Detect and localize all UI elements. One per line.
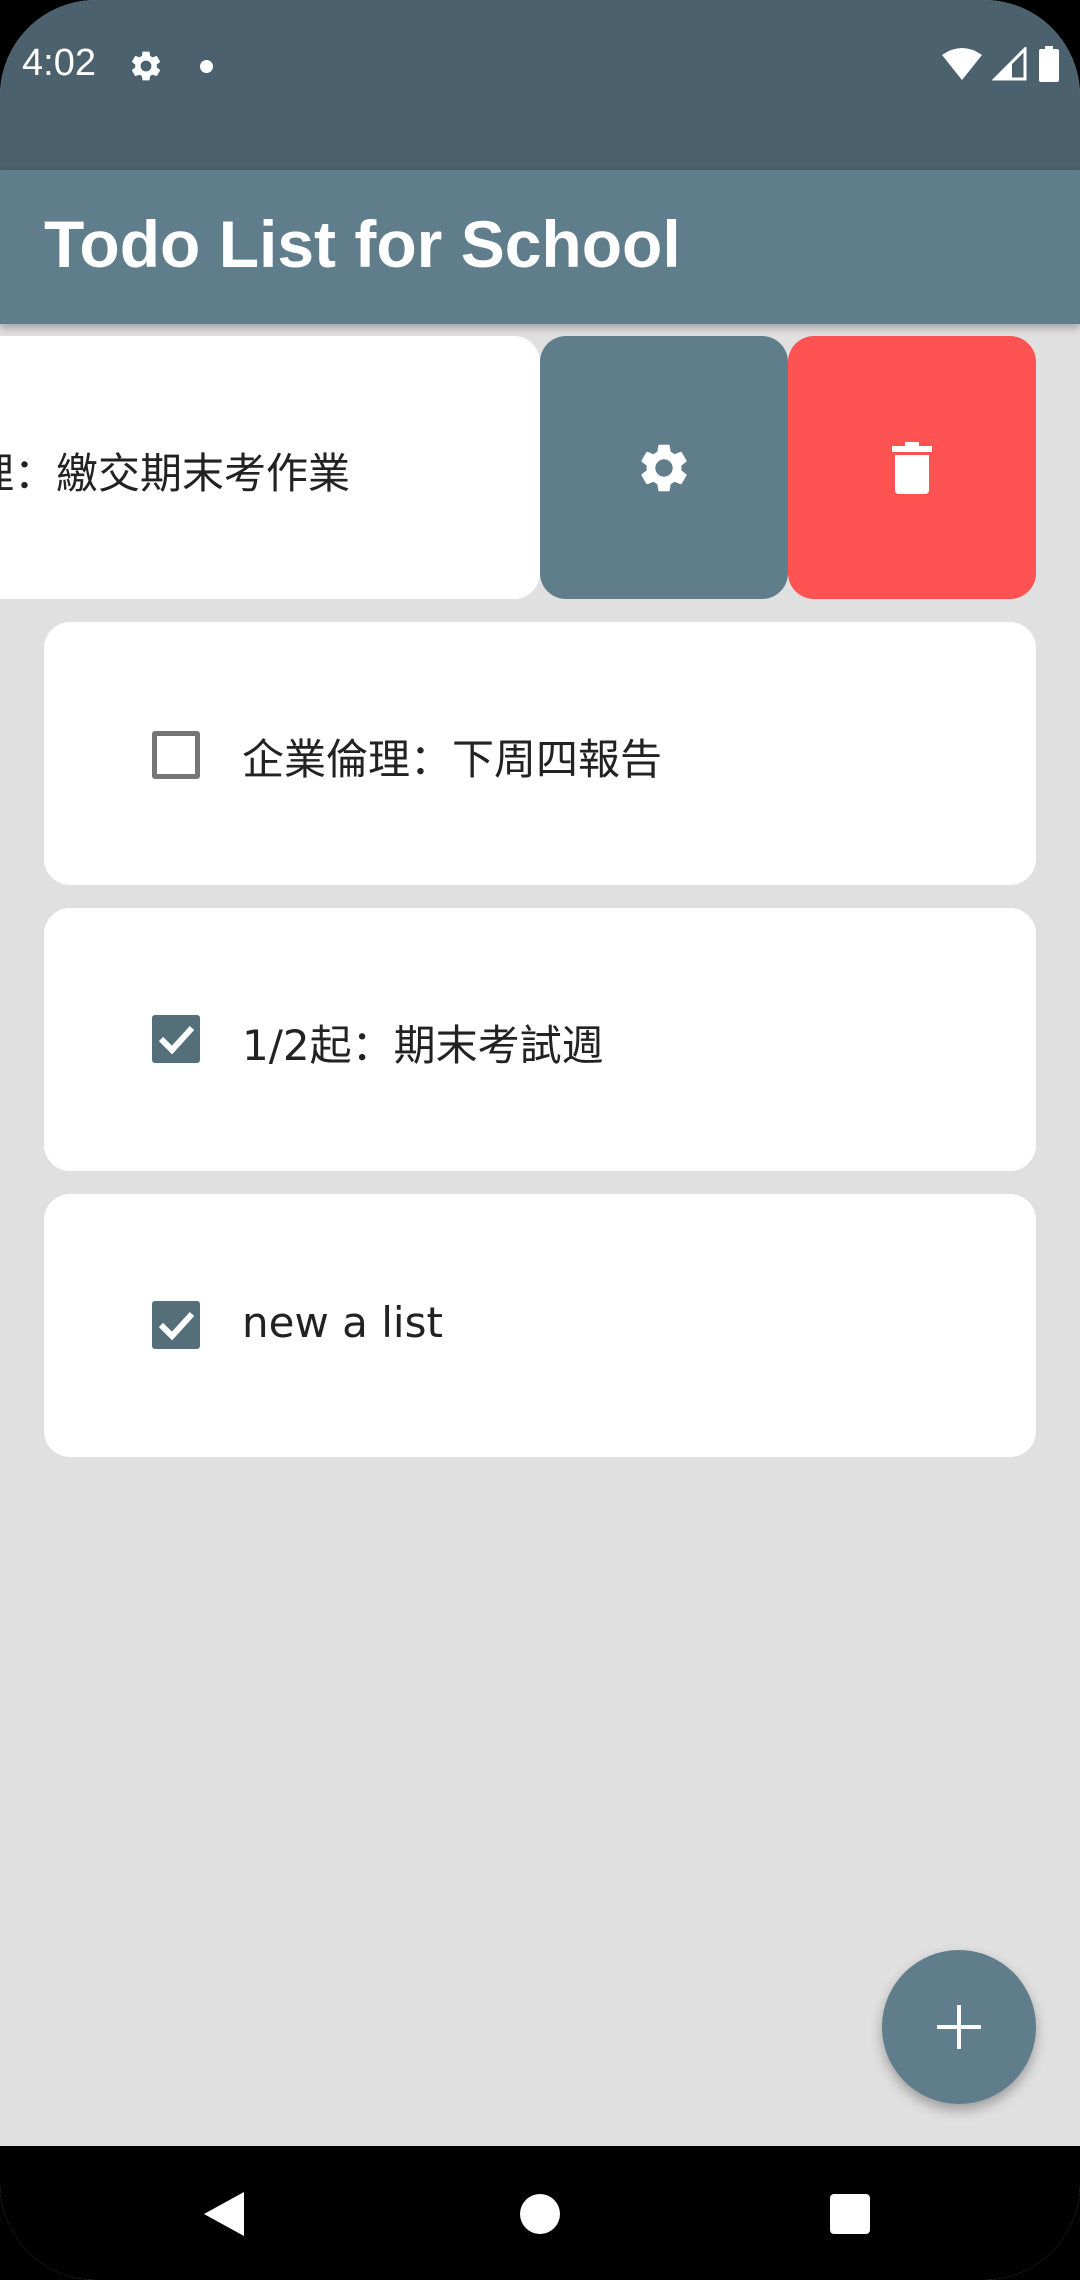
- trash-icon: [892, 441, 932, 494]
- todo-item[interactable]: 1/2起：期末考試週: [44, 908, 1036, 1171]
- checkmark-icon: [158, 1311, 195, 1341]
- back-button[interactable]: [186, 2176, 262, 2252]
- todo-checkbox[interactable]: [152, 1301, 200, 1349]
- settings-icon: [131, 51, 161, 81]
- app-title: Todo List for School: [44, 207, 681, 281]
- plus-icon: [937, 2005, 981, 2049]
- back-icon: [204, 2192, 244, 2236]
- checkmark-icon: [158, 1025, 195, 1055]
- todo-item[interactable]: new a list: [44, 1194, 1036, 1457]
- status-bar: 4:02: [0, 0, 1080, 170]
- app-bar: Todo List for School: [0, 170, 1080, 324]
- todo-checkbox[interactable]: [152, 731, 200, 779]
- todo-label: 企業倫理：下周四報告: [242, 735, 663, 784]
- navigation-bar: [0, 2146, 1080, 2280]
- battery-icon: [1039, 46, 1059, 82]
- add-todo-button[interactable]: [882, 1950, 1036, 2104]
- todo-label: 1/2起：期末考試週: [242, 1021, 604, 1070]
- status-time: 4:02: [22, 42, 96, 84]
- edit-todo-button[interactable]: [540, 336, 788, 599]
- gear-icon: [641, 444, 687, 491]
- todo-label: new a list: [242, 1298, 443, 1347]
- home-button[interactable]: [502, 2176, 578, 2252]
- cell-signal-icon: [992, 47, 1027, 81]
- notification-dot-icon: [200, 60, 213, 73]
- todo-label: 理：繳交期末考作業: [0, 449, 351, 498]
- todo-item[interactable]: 理：繳交期末考作業: [0, 336, 540, 599]
- app-screen: 4:02 Todo List for School 理：繳交期末考作業 企業倫理…: [0, 0, 1080, 2280]
- recents-icon: [830, 2194, 870, 2234]
- status-icons: [942, 46, 1060, 82]
- todo-checkbox[interactable]: [152, 1015, 200, 1063]
- recents-button[interactable]: [812, 2176, 888, 2252]
- todo-item[interactable]: 企業倫理：下周四報告: [44, 622, 1036, 885]
- wifi-icon: [942, 48, 982, 80]
- delete-todo-button[interactable]: [788, 336, 1036, 599]
- home-icon: [520, 2194, 560, 2234]
